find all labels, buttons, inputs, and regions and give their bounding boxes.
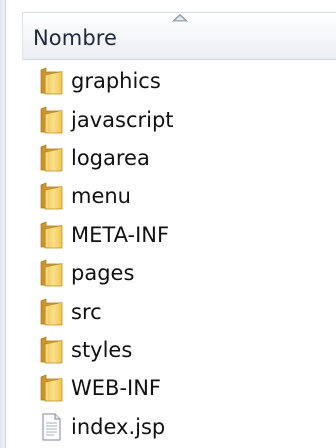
folder-item[interactable]: styles <box>38 331 328 369</box>
item-name: index.jsp <box>71 414 166 439</box>
column-header-label: Nombre <box>33 26 118 50</box>
item-name: javascript <box>71 107 174 132</box>
folder-icon <box>40 106 63 133</box>
folder-item[interactable]: META-INF <box>38 216 328 254</box>
file-item[interactable]: index.jsp <box>38 408 328 446</box>
item-name: META-INF <box>71 222 170 247</box>
item-name: pages <box>71 261 135 286</box>
folder-icon <box>40 182 63 210</box>
folder-icon <box>40 374 63 402</box>
column-header-name[interactable]: Nombre <box>22 12 336 60</box>
folder-icon <box>40 221 63 249</box>
folder-item[interactable]: javascript <box>38 100 328 138</box>
item-name: WEB-INF <box>71 376 161 401</box>
folder-item[interactable]: menu <box>38 177 328 215</box>
folder-icon <box>40 144 63 172</box>
folder-item[interactable]: logarea <box>38 139 328 177</box>
folder-item[interactable]: WEB-INF <box>38 369 328 407</box>
item-name: logarea <box>71 145 150 170</box>
item-name: graphics <box>71 69 161 94</box>
file-icon <box>42 413 61 441</box>
item-name: styles <box>71 337 133 362</box>
item-name: src <box>71 299 102 324</box>
file-list: graphics javascript logarea menu META-INF pag… <box>38 62 328 446</box>
folder-icon <box>40 336 63 364</box>
folder-item[interactable]: pages <box>38 254 328 292</box>
window-frame-edge <box>0 0 6 448</box>
sort-ascending-arrow-icon <box>171 14 189 22</box>
folder-icon <box>40 67 63 95</box>
folder-item[interactable]: graphics <box>38 62 328 100</box>
folder-icon <box>40 259 63 287</box>
folder-icon <box>40 298 63 325</box>
item-name: menu <box>71 184 131 209</box>
file-explorer-window: Nombre graphics javascript logarea menu META… <box>0 0 336 448</box>
folder-item[interactable]: src <box>38 292 328 330</box>
